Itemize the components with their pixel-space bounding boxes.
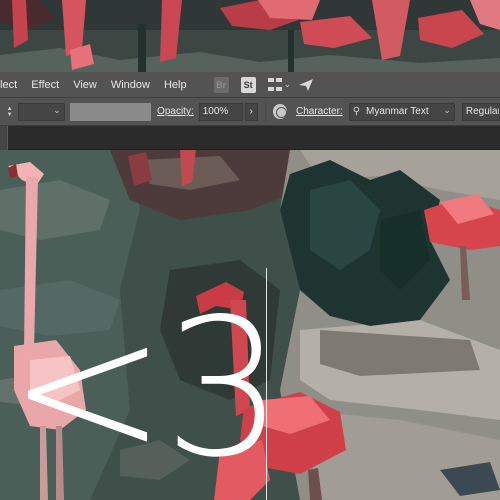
style-swatch[interactable] bbox=[69, 102, 152, 121]
chevron-down-icon[interactable]: ⌄ bbox=[284, 79, 292, 90]
stepper-down-icon[interactable]: ▼ bbox=[7, 112, 13, 118]
menu-window[interactable]: Window bbox=[104, 79, 157, 91]
menu-effect[interactable]: Effect bbox=[24, 79, 66, 91]
menu-select[interactable]: elect bbox=[0, 79, 24, 91]
artwork-top-image bbox=[0, 0, 500, 72]
text-insertion-cursor bbox=[266, 268, 267, 500]
bridge-icon[interactable]: Br bbox=[213, 76, 229, 93]
adobe-stock-icon[interactable]: St bbox=[240, 76, 256, 93]
font-family-value: Myanmar Text bbox=[366, 106, 429, 117]
opacity-label[interactable]: Opacity: bbox=[157, 106, 194, 117]
stroke-dropdown[interactable]: ⌄ bbox=[18, 102, 65, 121]
menu-view[interactable]: View bbox=[66, 79, 104, 91]
canvas-text-object[interactable]: <3 bbox=[8, 294, 284, 484]
menu-help[interactable]: Help bbox=[157, 79, 194, 91]
opacity-arrow-button[interactable]: › bbox=[244, 102, 258, 121]
font-style-field[interactable]: Regular bbox=[461, 102, 500, 121]
control-bar: ▲ ▼ ⌄ Opacity: 100% › Character: ⚲ Myanm… bbox=[0, 98, 500, 125]
search-icon: ⚲ bbox=[352, 106, 361, 117]
opacity-input[interactable]: 100% bbox=[198, 102, 243, 121]
paper-plane-icon[interactable] bbox=[299, 78, 314, 91]
workspace-grid-icon[interactable] bbox=[267, 77, 282, 93]
globe-icon[interactable] bbox=[272, 104, 287, 119]
chevron-down-icon: ⌄ bbox=[443, 104, 451, 115]
size-stepper[interactable]: ▲ ▼ bbox=[3, 103, 16, 121]
chevron-down-icon: ⌄ bbox=[53, 104, 61, 115]
document-tab-strip bbox=[0, 125, 500, 150]
artwork-top-strip bbox=[0, 0, 500, 72]
font-family-field[interactable]: ⚲ Myanmar Text ⌄ bbox=[348, 102, 455, 121]
document-tab[interactable] bbox=[0, 126, 8, 150]
menu-bar: elect Effect View Window Help Br St ⌄ bbox=[0, 72, 500, 98]
character-label[interactable]: Character: bbox=[296, 106, 343, 117]
divider bbox=[264, 101, 266, 122]
